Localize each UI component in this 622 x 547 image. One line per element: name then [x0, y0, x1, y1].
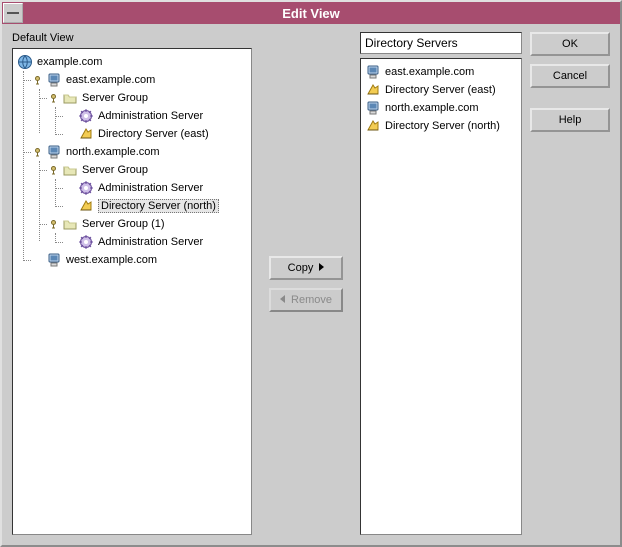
tree-item[interactable]: Server Group (1) [47, 215, 249, 233]
tree-item-label: Server Group (1) [82, 218, 165, 230]
title-bar: Edit View [2, 2, 620, 24]
target-list-panel[interactable]: east.example.com Directory Server (east) n… [360, 58, 522, 535]
tree-spacer [65, 202, 74, 211]
tree-item-label: Administration Server [98, 110, 203, 122]
list-item-label: north.example.com [385, 102, 479, 114]
host-icon [46, 252, 62, 268]
host-icon [46, 144, 62, 160]
tree-item-label: Server Group [82, 164, 148, 176]
ok-button-label: OK [562, 38, 578, 50]
middle-column: Copy Remove [260, 32, 352, 535]
list-item[interactable]: Directory Server (north) [363, 117, 519, 135]
gear-icon [78, 234, 94, 250]
edit-view-dialog: Edit View Default View example.com east.e… [0, 0, 622, 547]
ok-button[interactable]: OK [530, 32, 610, 56]
tree-node: north.example.com Server Group Administrat… [31, 143, 249, 251]
tree-item[interactable]: Administration Server [63, 179, 249, 197]
expand-toggle-icon[interactable] [33, 148, 42, 157]
tree-node: Directory Server (north) [63, 197, 249, 215]
tree-item-label: Administration Server [98, 182, 203, 194]
spacer [530, 96, 610, 100]
tree-item-label: example.com [37, 56, 102, 68]
list-item[interactable]: east.example.com [363, 63, 519, 81]
help-button-label: Help [559, 114, 582, 126]
folder-icon [62, 162, 78, 178]
remove-button-label: Remove [291, 294, 332, 306]
tree-spacer [65, 112, 74, 121]
tree-item[interactable]: Administration Server [63, 107, 249, 125]
list-item-label: east.example.com [385, 66, 474, 78]
host-icon [365, 100, 381, 116]
expand-toggle-icon[interactable] [49, 220, 58, 229]
source-tree[interactable]: example.com east.example.com Server Group A… [15, 53, 249, 269]
tree-item[interactable]: Directory Server (east) [63, 125, 249, 143]
tree-node: Administration Server [63, 107, 249, 125]
tree-item[interactable]: Server Group [47, 89, 249, 107]
expand-toggle-icon[interactable] [49, 94, 58, 103]
tree-item-label: north.example.com [66, 146, 160, 158]
cancel-button[interactable]: Cancel [530, 64, 610, 88]
tree-item[interactable]: east.example.com [31, 71, 249, 89]
arrow-left-icon [280, 294, 291, 306]
tree-node: east.example.com Server Group Administrati… [31, 71, 249, 143]
tree-node: Administration Server [63, 233, 249, 251]
content-area: Default View example.com east.example.com… [2, 24, 620, 545]
left-column: Default View example.com east.example.com… [12, 32, 252, 535]
gear-icon [78, 108, 94, 124]
folder-icon [62, 90, 78, 106]
help-button[interactable]: Help [530, 108, 610, 132]
tree-item[interactable]: Directory Server (north) [63, 197, 249, 215]
cancel-button-label: Cancel [553, 70, 587, 82]
copy-button-label: Copy [288, 262, 314, 274]
copy-button[interactable]: Copy [269, 256, 343, 280]
folder-icon [62, 216, 78, 232]
list-item-label: Directory Server (north) [385, 120, 500, 132]
tree-spacer [33, 256, 42, 265]
tree-spacer [65, 184, 74, 193]
list-item-label: Directory Server (east) [385, 84, 496, 96]
list-item[interactable]: north.example.com [363, 99, 519, 117]
tree-item-label: west.example.com [66, 254, 157, 266]
tree-item-label: Server Group [82, 92, 148, 104]
host-icon [365, 64, 381, 80]
view-name-input[interactable]: Directory Servers [360, 32, 522, 54]
tree-spacer [65, 238, 74, 247]
tree-node: Directory Server (east) [63, 125, 249, 143]
tree-item[interactable]: example.com [15, 53, 249, 71]
window-title: Edit View [2, 6, 620, 21]
tree-item-label: Directory Server (north) [98, 199, 219, 213]
tree-node: Server Group Administration Server Directo… [47, 161, 249, 215]
tree-item[interactable]: north.example.com [31, 143, 249, 161]
gear-icon [78, 180, 94, 196]
tree-item-label: Administration Server [98, 236, 203, 248]
tree-item-label: east.example.com [66, 74, 155, 86]
tree-node: Server Group (1) Administration Server [47, 215, 249, 251]
tree-node: example.com east.example.com Server Group A… [15, 53, 249, 269]
tree-node: Server Group Administration Server Directo… [47, 89, 249, 143]
target-list[interactable]: east.example.com Directory Server (east) n… [363, 63, 519, 135]
remove-button: Remove [269, 288, 343, 312]
tree-spacer [65, 130, 74, 139]
tree-item-label: Directory Server (east) [98, 128, 209, 140]
tree-node: west.example.com [31, 251, 249, 269]
side-buttons: OK Cancel Help [530, 32, 610, 535]
host-icon [46, 72, 62, 88]
arrow-right-icon [313, 262, 324, 274]
list-item[interactable]: Directory Server (east) [363, 81, 519, 99]
directory-icon [365, 82, 381, 98]
expand-toggle-icon[interactable] [33, 76, 42, 85]
globe-icon [17, 54, 33, 70]
tree-item[interactable]: Administration Server [63, 233, 249, 251]
source-tree-panel[interactable]: example.com east.example.com Server Group A… [12, 48, 252, 535]
directory-icon [78, 126, 94, 142]
directory-icon [78, 198, 94, 214]
directory-icon [365, 118, 381, 134]
tree-item[interactable]: Server Group [47, 161, 249, 179]
left-panel-label: Default View [12, 32, 252, 44]
right-column: Directory Servers east.example.com Direct… [360, 32, 522, 535]
expand-toggle-icon[interactable] [49, 166, 58, 175]
tree-item[interactable]: west.example.com [31, 251, 249, 269]
view-name-value: Directory Servers [365, 36, 458, 50]
tree-node: Administration Server [63, 179, 249, 197]
